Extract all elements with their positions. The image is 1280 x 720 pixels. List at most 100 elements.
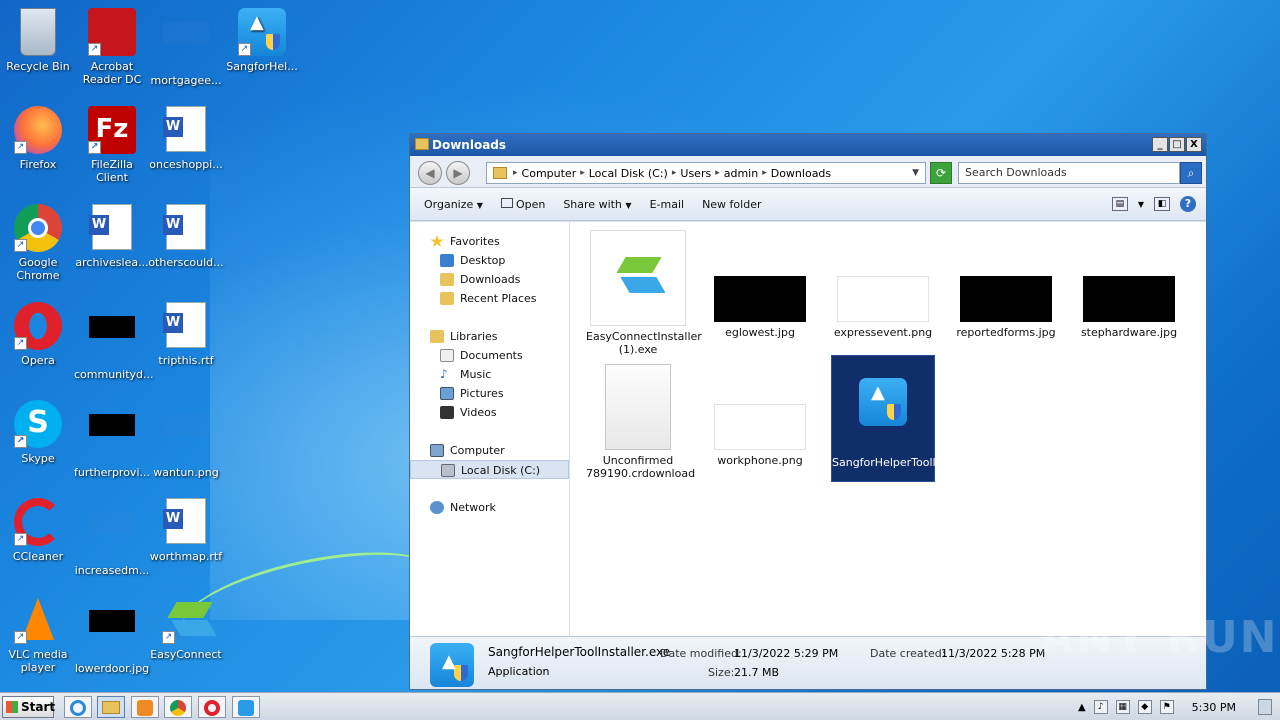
file-name: stephardware.jpg [1080,326,1178,339]
nav-music[interactable]: ♪ Music [410,365,569,384]
nav-documents[interactable]: Documents [410,346,569,365]
desktop-icon-label: Opera [21,354,55,367]
nav-label: Recent Places [460,292,537,305]
taskbar-explorer[interactable] [97,696,125,718]
desktop-icon-label: lowerdoor.jpg [74,662,150,675]
taskbar-sangfor[interactable] [232,696,260,718]
nav-pictures[interactable]: Pictures [410,384,569,403]
open-button[interactable]: Open [500,197,545,211]
start-button[interactable]: Start [2,696,55,718]
file-item[interactable]: reportedforms.jpg [954,230,1058,339]
desktop-icon-archiveslea[interactable]: archiveslea... [74,204,150,269]
nav-network[interactable]: Network [410,498,569,517]
file-item[interactable]: stephardware.jpg [1077,230,1181,339]
forward-button[interactable]: ▶ [446,161,470,185]
shortcut-arrow-icon: ↗ [14,239,27,252]
desktop-icon-increasedm[interactable]: increasedm... [74,498,150,577]
file-item[interactable]: EasyConnectInstaller (1).exe [586,230,702,356]
breadcrumb-admin[interactable]: admin [724,167,758,180]
image-file-icon [88,512,136,560]
close-button[interactable]: X [1186,137,1202,152]
desktop-icon-ccleaner[interactable]: ↗ CCleaner [0,498,76,563]
search-icon[interactable]: ⌕ [1180,162,1202,184]
nav-label: Libraries [450,330,498,343]
nav-videos[interactable]: Videos [410,403,569,422]
taskbar-opera[interactable] [198,696,226,718]
action-center-flag-icon[interactable]: ⚑ [1159,700,1174,714]
shortcut-arrow-icon: ↗ [14,631,27,644]
nav-favorites[interactable]: Favorites [410,232,569,251]
desktop-icon-label: tripthis.rtf [158,354,214,367]
desktop-icon-sangfor[interactable]: ↗ SangforHel... [224,8,300,73]
volume-icon[interactable]: ♪ [1093,700,1108,714]
preview-pane-icon[interactable]: ◧ [1154,197,1170,211]
desktop-icon-furtherprovi[interactable]: furtherprovi... [74,400,150,479]
image-thumbnail [837,276,929,322]
file-item[interactable]: workphone.png [708,360,812,467]
breadcrumb-computer[interactable]: Computer [522,167,577,180]
desktop-icon-mortgagee[interactable]: mortgagee... [148,8,224,87]
desktop-icon-recycle-bin[interactable]: Recycle Bin [0,8,76,73]
window-titlebar[interactable]: Downloads _ □ X [410,134,1206,156]
desktop-icon-onceshoppi[interactable]: onceshoppi... [148,106,224,171]
file-item[interactable]: Unconfirmed 789190.crdownload [586,360,695,480]
change-view-icon[interactable]: ▤ [1111,197,1128,211]
desktop-icon-tripthis[interactable]: tripthis.rtf [148,302,224,367]
security-icon[interactable]: ◆ [1137,700,1152,714]
desktop-icon-skype[interactable]: S ↗ Skype [0,400,76,465]
taskbar-ie[interactable] [64,696,92,718]
desktop-icon-vlc[interactable]: ↗ VLC media player [0,596,76,674]
chevron-down-icon[interactable]: ▼ [912,168,919,178]
nav-downloads[interactable]: Downloads [410,270,569,289]
desktop-icon-otherscould[interactable]: otherscould... [148,204,224,269]
desktop-icon-wantun[interactable]: wantun.png [148,400,224,479]
show-hidden-icons[interactable]: ▲ [1078,702,1086,713]
nav-computer[interactable]: Computer [410,441,569,460]
search-input[interactable]: Search Downloads [958,162,1180,184]
back-button[interactable]: ◀ [418,161,442,185]
desktop-icon-communityd[interactable]: communityd... [74,302,154,381]
minimize-button[interactable]: _ [1152,137,1168,152]
desktop-icon-firefox[interactable]: ↗ Firefox [0,106,76,171]
opera-icon: ↗ [14,302,62,350]
file-item[interactable]: expressevent.png [831,230,935,339]
desktop-icon-worthmap[interactable]: worthmap.rtf [148,498,224,563]
drive-icon [441,464,455,477]
refresh-button[interactable]: ⟳ [930,162,952,184]
email-button[interactable]: E-mail [650,198,685,211]
chevron-down-icon[interactable]: ▼ [1138,200,1144,209]
music-icon: ♪ [440,367,448,381]
desktop-icon-acrobat[interactable]: ↗ Acrobat Reader DC [74,8,150,86]
desktop-icon-opera[interactable]: ↗ Opera [0,302,76,367]
desktop-icon-label: onceshoppi... [149,158,223,171]
explorer-window[interactable]: Downloads _ □ X ◀ ▶ ▸ Computer ▸ Local D… [409,133,1207,690]
desktop-icon-easyconnect[interactable]: ↗ EasyConnect [148,596,224,661]
nav-libraries[interactable]: Libraries [410,327,569,346]
clock[interactable]: 5:30 PM [1192,701,1236,714]
nav-recent-places[interactable]: Recent Places [410,289,569,308]
help-icon[interactable]: ? [1180,196,1196,212]
network-tray-icon[interactable]: ▦ [1115,700,1130,714]
image-thumbnail [714,404,806,450]
share-with-button[interactable]: Share with ▼ [563,198,631,211]
breadcrumb-users[interactable]: Users [680,167,711,180]
folder-icon [102,701,120,714]
address-bar[interactable]: ▸ Computer ▸ Local Disk (C:) ▸ Users ▸ a… [486,162,926,184]
desktop-icon-label: Skype [21,452,55,465]
nav-local-disk[interactable]: Local Disk (C:) [410,460,569,479]
file-item[interactable]: eglowest.jpg [708,230,812,339]
desktop-icon-label: Google Chrome [16,256,60,282]
taskbar-media-player[interactable] [131,696,159,718]
organize-button[interactable]: Organize ▼ [424,198,483,211]
file-item-selected[interactable]: SangforHelperToolInstaller.exe [831,355,999,482]
taskbar-chrome[interactable] [164,696,192,718]
show-desktop-button[interactable] [1258,699,1272,715]
breadcrumb-local-disk[interactable]: Local Disk (C:) [589,167,668,180]
desktop-icon-filezilla[interactable]: Fz ↗ FileZilla Client [74,106,150,184]
breadcrumb-downloads[interactable]: Downloads [771,167,831,180]
maximize-button[interactable]: □ [1169,137,1185,152]
nav-desktop[interactable]: Desktop [410,251,569,270]
new-folder-button[interactable]: New folder [702,198,761,211]
desktop-icon-lowerdoor[interactable]: lowerdoor.jpg [74,596,150,675]
desktop-icon-chrome[interactable]: ↗ Google Chrome [0,204,76,282]
